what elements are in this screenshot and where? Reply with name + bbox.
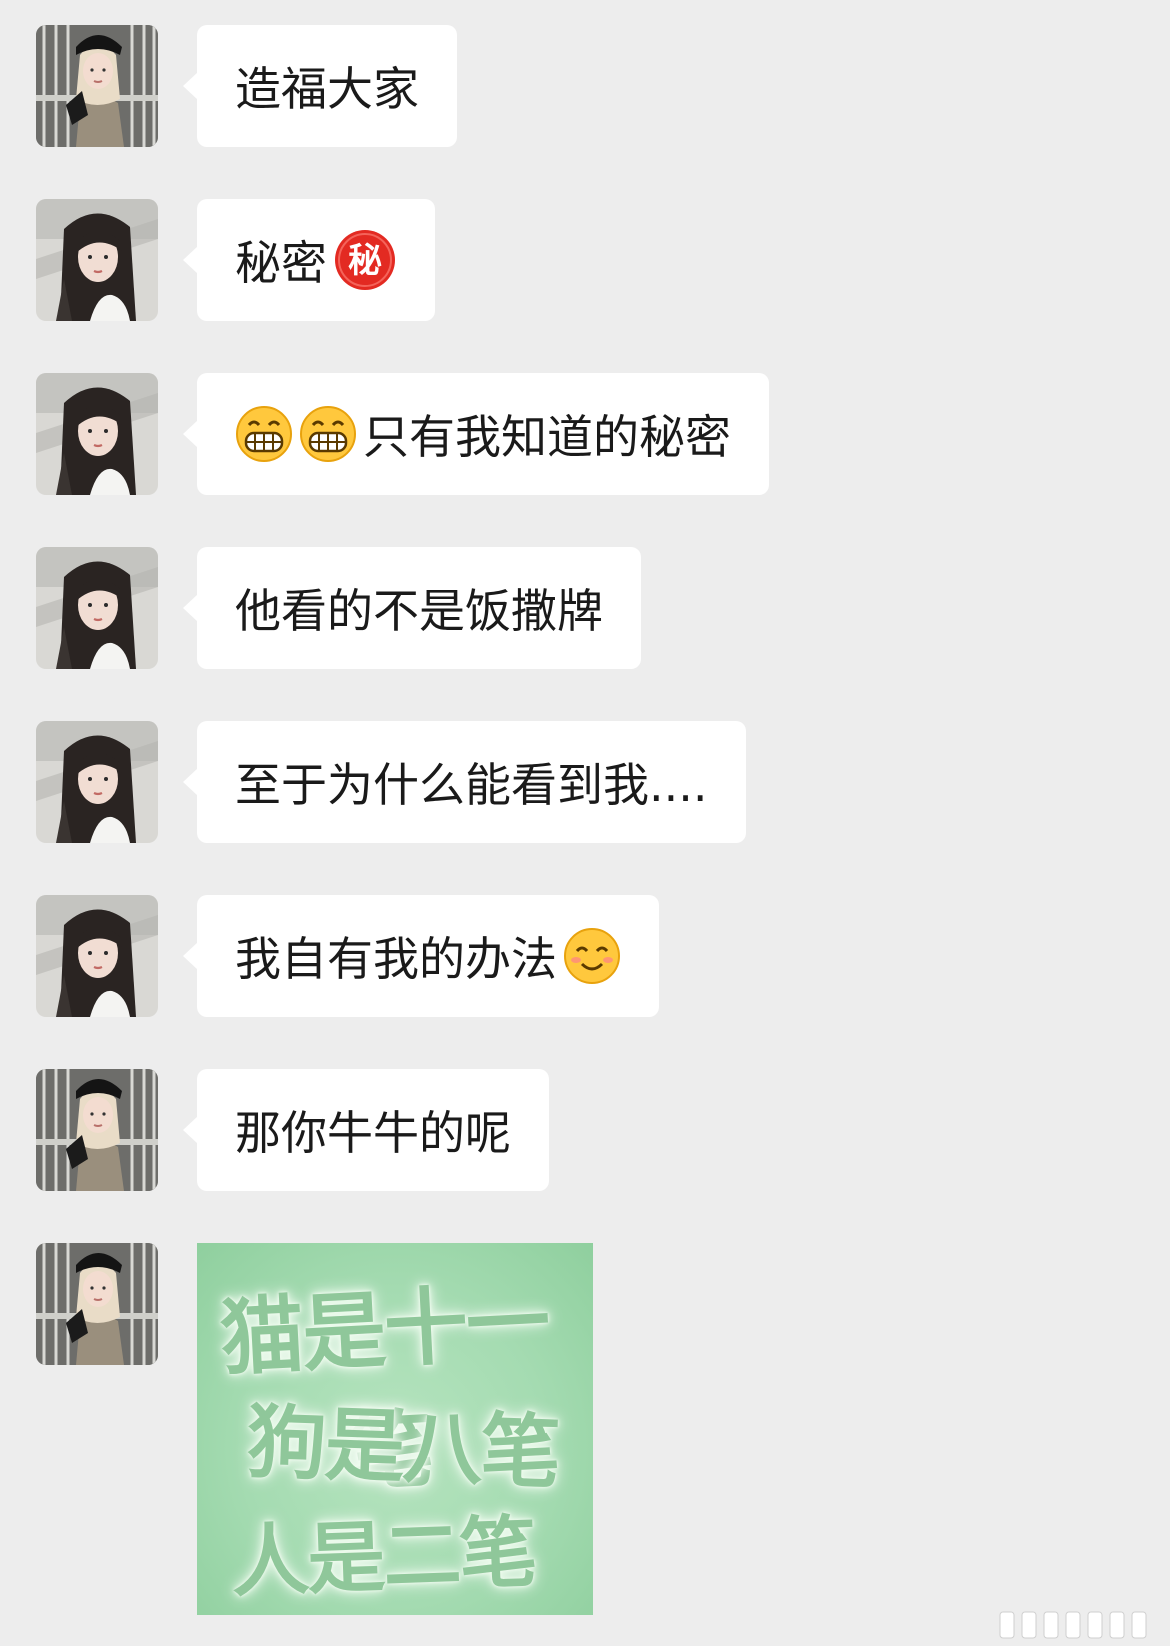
avatar-image	[36, 547, 158, 669]
avatar-image	[36, 373, 158, 495]
watermark-dots-icon	[999, 1611, 1147, 1639]
message-row: 至于为什么能看到我....	[36, 721, 746, 843]
message-text: 我自有我的办法	[235, 932, 557, 986]
message-bubble[interactable]: 我自有我的办法	[183, 895, 659, 1017]
avatar-image	[36, 25, 158, 147]
message-bubble[interactable]: 秘密 秘	[183, 199, 435, 321]
message-row: 我自有我的办法	[36, 895, 659, 1017]
message-text: 秘密	[235, 236, 327, 290]
message-text: 只有我知道的秘密	[363, 410, 731, 464]
avatar-image	[36, 199, 158, 321]
avatar-image	[36, 895, 158, 1017]
message-bubble[interactable]: 那你牛牛的呢	[183, 1069, 549, 1191]
message-text: 至于为什么能看到我....	[235, 758, 708, 812]
message-text: 那你牛牛的呢	[235, 1106, 511, 1160]
secret-emoji-icon: 秘	[335, 230, 395, 290]
avatar[interactable]	[36, 721, 158, 843]
message-row: 秘密 秘	[36, 199, 435, 321]
message-text: 他看的不是饭撒牌	[235, 584, 603, 638]
chat-window: 造福大家 秘密 秘 只有我知道的秘密 他看的不是饭撒牌 至于为什么能看到我...…	[0, 0, 1170, 1646]
avatar[interactable]	[36, 895, 158, 1017]
message-row: 他看的不是饭撒牌	[36, 547, 641, 669]
sticker-image[interactable]: 猫是十一笔 狗是八笔 人是二笔	[197, 1243, 593, 1615]
avatar-image	[36, 721, 158, 843]
smile-emoji-icon	[564, 928, 620, 984]
avatar[interactable]	[36, 373, 158, 495]
message-bubble[interactable]: 造福大家	[183, 25, 457, 147]
grin-emoji-icon	[300, 406, 356, 462]
message-row: 只有我知道的秘密	[36, 373, 769, 495]
avatar[interactable]	[36, 1069, 158, 1191]
sticker-text-line: 狗是八笔	[245, 1395, 561, 1500]
avatar-image	[36, 1069, 158, 1191]
message-row: 猫是十一笔 狗是八笔 人是二笔	[36, 1243, 593, 1615]
avatar[interactable]	[36, 25, 158, 147]
avatar[interactable]	[36, 1243, 158, 1365]
message-row: 造福大家	[36, 25, 457, 147]
avatar[interactable]	[36, 199, 158, 321]
message-bubble[interactable]: 他看的不是饭撒牌	[183, 547, 641, 669]
grin-emoji-icon	[236, 406, 292, 462]
sticker-text-line: 人是二笔	[229, 1507, 537, 1609]
message-row: 那你牛牛的呢	[36, 1069, 549, 1191]
avatar-image	[36, 1243, 158, 1365]
secret-emoji-glyph: 秘	[348, 241, 382, 281]
message-text: 造福大家	[235, 62, 419, 116]
avatar[interactable]	[36, 547, 158, 669]
message-bubble[interactable]: 只有我知道的秘密	[183, 373, 769, 495]
message-bubble[interactable]: 至于为什么能看到我....	[183, 721, 746, 843]
